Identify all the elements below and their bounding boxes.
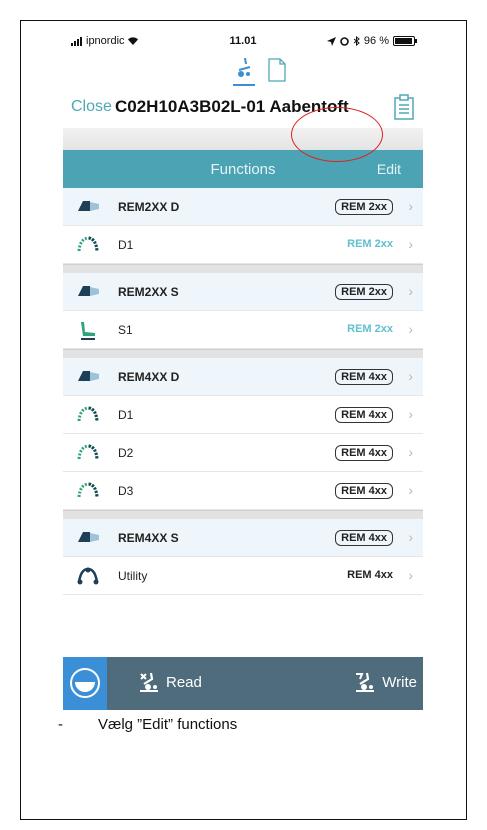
chevron-right-icon: ›	[408, 236, 413, 252]
row-name: D1	[118, 238, 134, 252]
module-badge: REM 4xx	[335, 445, 393, 461]
function-row[interactable]: D2 REM 4xx ›	[63, 434, 423, 472]
module-badge: REM 2xx	[347, 323, 393, 335]
bluetooth-icon	[353, 36, 360, 46]
row-name: REM4XX D	[118, 370, 180, 384]
module-badge: REM 2xx	[335, 199, 393, 215]
row-name: D1	[118, 408, 134, 422]
drive-profile-icon	[77, 444, 99, 462]
chevron-right-icon: ›	[408, 368, 413, 384]
group-row[interactable]: REM4XX S REM 4xx ›	[63, 519, 423, 557]
bottom-toolbar: Read Write	[63, 657, 423, 710]
view-switcher	[63, 54, 423, 88]
chevron-right-icon: ›	[408, 482, 413, 498]
function-row[interactable]: D3 REM 4xx ›	[63, 472, 423, 510]
section-separator	[63, 349, 423, 358]
status-bar: ipnordic 11.01 96 %	[63, 30, 423, 52]
chevron-right-icon: ›	[408, 321, 413, 337]
group-row[interactable]: REM4XX D REM 4xx ›	[63, 358, 423, 396]
utility-icon	[77, 567, 99, 585]
chevron-right-icon: ›	[408, 283, 413, 299]
home-icon	[70, 668, 100, 698]
joystick-module-icon	[77, 368, 99, 386]
group-row[interactable]: REM2XX D REM 2xx ›	[63, 188, 423, 226]
chevron-right-icon: ›	[408, 529, 413, 545]
battery-percent: 96 %	[363, 35, 389, 47]
module-badge: REM 4xx	[335, 483, 393, 499]
caption-bullet: -	[58, 716, 63, 733]
joystick-module-icon	[77, 198, 99, 216]
section-separator	[63, 510, 423, 519]
module-badge: REM 4xx	[335, 369, 393, 385]
battery-icon	[393, 36, 417, 46]
module-badge: REM 2xx	[335, 284, 393, 300]
clipboard-icon[interactable]	[393, 94, 415, 120]
drive-profile-icon	[77, 406, 99, 424]
function-row[interactable]: D1 REM 2xx ›	[63, 226, 423, 264]
row-name: REM2XX D	[118, 200, 180, 214]
chevron-right-icon: ›	[408, 444, 413, 460]
row-name: S1	[118, 323, 133, 337]
row-name: REM4XX S	[118, 531, 179, 545]
location-icon	[326, 36, 336, 46]
write-label: Write	[382, 673, 417, 691]
alarm-icon	[340, 36, 349, 46]
read-icon	[140, 672, 158, 692]
edit-highlight-circle	[291, 107, 383, 162]
module-badge: REM 4xx	[335, 407, 393, 423]
function-row[interactable]: S1 REM 2xx ›	[63, 311, 423, 349]
module-badge: REM 2xx	[347, 238, 393, 250]
close-button[interactable]: Close	[71, 98, 112, 116]
wheelchair-view-icon[interactable]	[230, 54, 258, 88]
write-button[interactable]: Write	[354, 672, 417, 692]
module-badge: REM 4xx	[347, 569, 393, 581]
read-label: Read	[166, 673, 202, 691]
seat-icon	[77, 321, 99, 340]
row-name: Utility	[118, 569, 148, 583]
row-name: REM2XX S	[118, 285, 179, 299]
document-view-icon[interactable]	[267, 58, 287, 82]
row-name: D2	[118, 446, 134, 460]
read-button[interactable]: Read	[138, 672, 202, 692]
write-icon	[356, 672, 375, 692]
joystick-module-icon	[77, 529, 99, 547]
drive-profile-icon	[77, 236, 99, 254]
module-badge: REM 4xx	[335, 530, 393, 546]
functions-title: Functions	[210, 161, 276, 178]
joystick-module-icon	[77, 283, 99, 301]
function-row[interactable]: D1 REM 4xx ›	[63, 396, 423, 434]
group-row[interactable]: REM2XX S REM 2xx ›	[63, 273, 423, 311]
home-button[interactable]	[63, 657, 107, 710]
function-row[interactable]: Utility REM 4xx ›	[63, 557, 423, 595]
status-right: 96 %	[326, 35, 417, 47]
edit-button[interactable]: Edit	[377, 161, 401, 177]
caption-text: Vælg ”Edit” functions	[98, 716, 238, 733]
chevron-right-icon: ›	[408, 567, 413, 583]
chevron-right-icon: ›	[408, 198, 413, 214]
drive-profile-icon	[77, 482, 99, 500]
functions-header: Functions Edit	[63, 150, 423, 188]
functions-list: REM2XX D REM 2xx › D1 REM 2xx › REM2XX S REM 2x…	[63, 188, 423, 595]
chevron-right-icon: ›	[408, 406, 413, 422]
instruction-caption: - Vælg ”Edit” functions	[58, 716, 237, 733]
section-separator	[63, 264, 423, 273]
row-name: D3	[118, 484, 134, 498]
